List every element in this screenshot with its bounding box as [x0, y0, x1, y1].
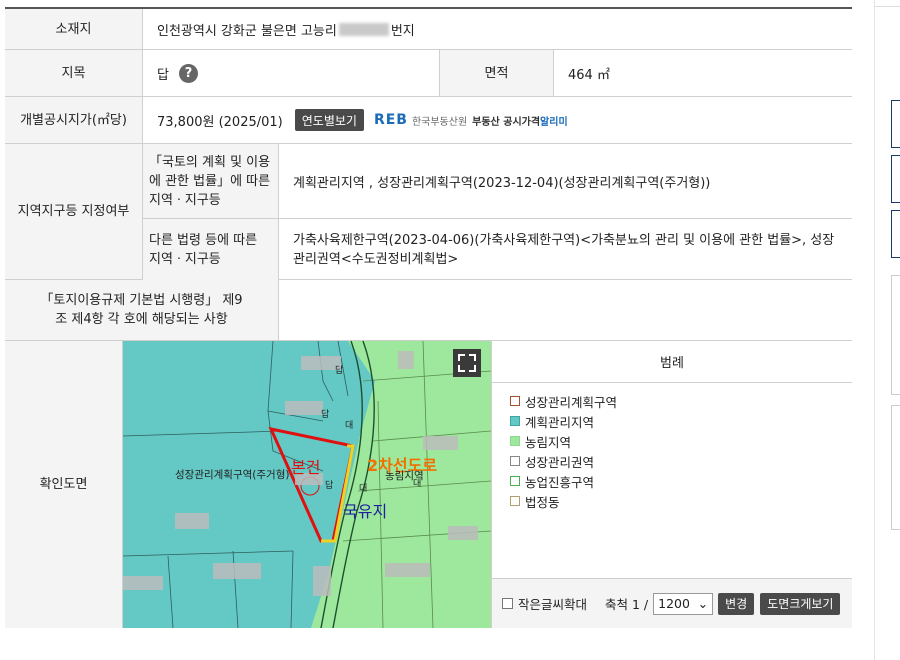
- row-price: 개별공시지가(㎡당) 73,800원 (2025/01) 연도별보기 REB 한…: [5, 97, 852, 144]
- zoning-label: 지역지구등 지정여부: [5, 144, 143, 279]
- scale-value: 1200: [658, 596, 690, 611]
- legend-item: 농업진흥구역: [510, 471, 852, 491]
- map-controls: 작은글씨확대 축척 1 / 1200 ⌄ 변경 도면크게보기: [492, 578, 852, 628]
- yearly-view-button[interactable]: 연도별보기: [294, 109, 364, 131]
- legend-item: 계획관리지역: [510, 411, 852, 431]
- price-label: 개별공시지가(㎡당): [5, 97, 143, 143]
- legend-item: 농림지역: [510, 431, 852, 451]
- legend-item: 성장관리권역: [510, 451, 852, 471]
- row-zoning: 지역지구등 지정여부 「국토의 계획 및 이용에 관한 법률」에 따른 지역ㆍ지…: [5, 144, 852, 280]
- scale-select[interactable]: 1200 ⌄: [653, 592, 714, 615]
- parcel-map[interactable]: 성장관리계획구역(주거형) 본건 2차선도로 국유지 농림지역 답 답 답 대 …: [123, 341, 491, 628]
- parcel-mark: 답: [325, 481, 334, 491]
- map-canvas: [123, 341, 491, 628]
- row-map: 확인도면 성장관리계획구역(주거형) 본건 2차선도로 국유지 농림지역 답 답…: [5, 341, 852, 628]
- side-divider: [875, 6, 900, 7]
- right-side-panel: [874, 0, 900, 660]
- legend-item: 성장관리계획구역: [510, 391, 852, 411]
- reb-service: 부동산 공시가격: [472, 116, 541, 128]
- legend-item: 법정동: [510, 491, 852, 511]
- scale-label: 축척 1 /: [605, 597, 649, 612]
- zone-label-map: 성장관리계획구역(주거형): [175, 469, 290, 481]
- side-box: [891, 100, 900, 148]
- legend-panel: 범례 성장관리계획구역 계획관리지역 농림지역 성장관리권역 농업진흥구역 법정…: [491, 341, 852, 628]
- side-box: [891, 275, 900, 395]
- enforcement-label: 「토지이용규제 기본법 시행령」 제9조 제4항 각 호에 해당되는 사항: [5, 280, 279, 340]
- row-category: 지목 답 ? 면적 464 ㎡: [5, 50, 852, 97]
- price-value: 73,800원 (2025/01): [157, 114, 283, 130]
- annot-state-land: 국유지: [343, 502, 388, 521]
- location-suffix: 번지: [390, 23, 415, 39]
- parcel-mark: 대: [359, 484, 368, 494]
- location-label: 소재지: [5, 9, 143, 49]
- legend-swatch: [510, 416, 520, 426]
- parcel-mark: 답: [335, 366, 344, 376]
- location-prefix: 인천광역시 강화군 불은면 고능리: [157, 23, 337, 39]
- legend-swatch: [510, 476, 520, 486]
- legend-swatch: [510, 396, 520, 406]
- legend-swatch: [510, 436, 520, 446]
- price-value-cell: 73,800원 (2025/01) 연도별보기 REB 한국부동산원 부동산 공…: [143, 97, 852, 143]
- category-value-cell: 답 ?: [143, 50, 439, 96]
- reb-logo-icon: REB: [373, 112, 408, 128]
- parcel-mark: 대: [413, 479, 422, 489]
- farmland-zone: [311, 341, 491, 628]
- reb-org: 한국부동산원: [411, 116, 468, 128]
- side-box: [891, 155, 900, 203]
- parcel-mark: 답: [321, 410, 330, 420]
- row-location: 소재지 인천광역시 강화군 불은면 고능리 번지: [5, 9, 852, 50]
- zoning-sub2-label: 다른 법령 등에 따른 지역ㆍ지구등: [143, 219, 279, 280]
- legend-swatch: [510, 496, 520, 506]
- enforcement-value: [279, 280, 852, 340]
- side-box: [891, 405, 900, 530]
- change-scale-button[interactable]: 변경: [718, 592, 755, 615]
- help-icon[interactable]: ?: [178, 63, 198, 83]
- zoom-text-label: 작은글씨확대: [518, 597, 588, 612]
- area-value: 464 ㎡: [568, 67, 610, 83]
- zoning-sub1-label: 「국토의 계획 및 이용에 관한 법률」에 따른 지역ㆍ지구등: [143, 144, 279, 218]
- zoning-sub1-value: 계획관리지역 , 성장관리계획구역(2023-12-04)(성장관리계획구역(주…: [293, 175, 711, 191]
- zoning-sub1: 「국토의 계획 및 이용에 관한 법률」에 따른 지역ㆍ지구등 계획관리지역 ,…: [143, 144, 852, 219]
- annot-subject: 본건: [291, 458, 321, 477]
- zoning-sub2-value: 가축사육제한구역(2023-04-06)(가축사육제한구역)<가축분뇨의 관리 …: [293, 232, 835, 267]
- chevron-down-icon: ⌄: [697, 596, 709, 611]
- land-use-table: 소재지 인천광역시 강화군 불은면 고능리 번지 지목 답 ? 면적 464 ㎡…: [5, 7, 852, 628]
- legend-list: 성장관리계획구역 계획관리지역 농림지역 성장관리권역 농업진흥구역 법정동: [510, 391, 852, 511]
- row-enforcement: 「토지이용규제 기본법 시행령」 제9조 제4항 각 호에 해당되는 사항: [5, 280, 852, 341]
- parcel-mark: 대: [345, 421, 354, 431]
- expand-map-button[interactable]: [453, 349, 481, 377]
- zoning-sub2: 다른 법령 등에 따른 지역ㆍ지구등 가축사육제한구역(2023-04-06)(…: [143, 219, 852, 280]
- zoom-text-checkbox[interactable]: [502, 598, 513, 609]
- enlarge-map-button[interactable]: 도면크게보기: [760, 592, 841, 615]
- category-value: 답: [157, 67, 169, 83]
- reb-link[interactable]: REB 한국부동산원 부동산 공시가격 알리미: [374, 112, 568, 128]
- map-label: 확인도면: [5, 341, 123, 628]
- redacted-lot-number: [338, 22, 389, 36]
- location-value: 인천광역시 강화군 불은면 고능리 번지: [143, 9, 852, 49]
- legend-title: 범례: [492, 341, 852, 383]
- legend-swatch: [510, 456, 520, 466]
- reb-service-alimi: 알리미: [540, 116, 568, 128]
- category-label: 지목: [5, 50, 143, 96]
- area-label: 면적: [439, 50, 554, 96]
- side-box: [891, 210, 900, 258]
